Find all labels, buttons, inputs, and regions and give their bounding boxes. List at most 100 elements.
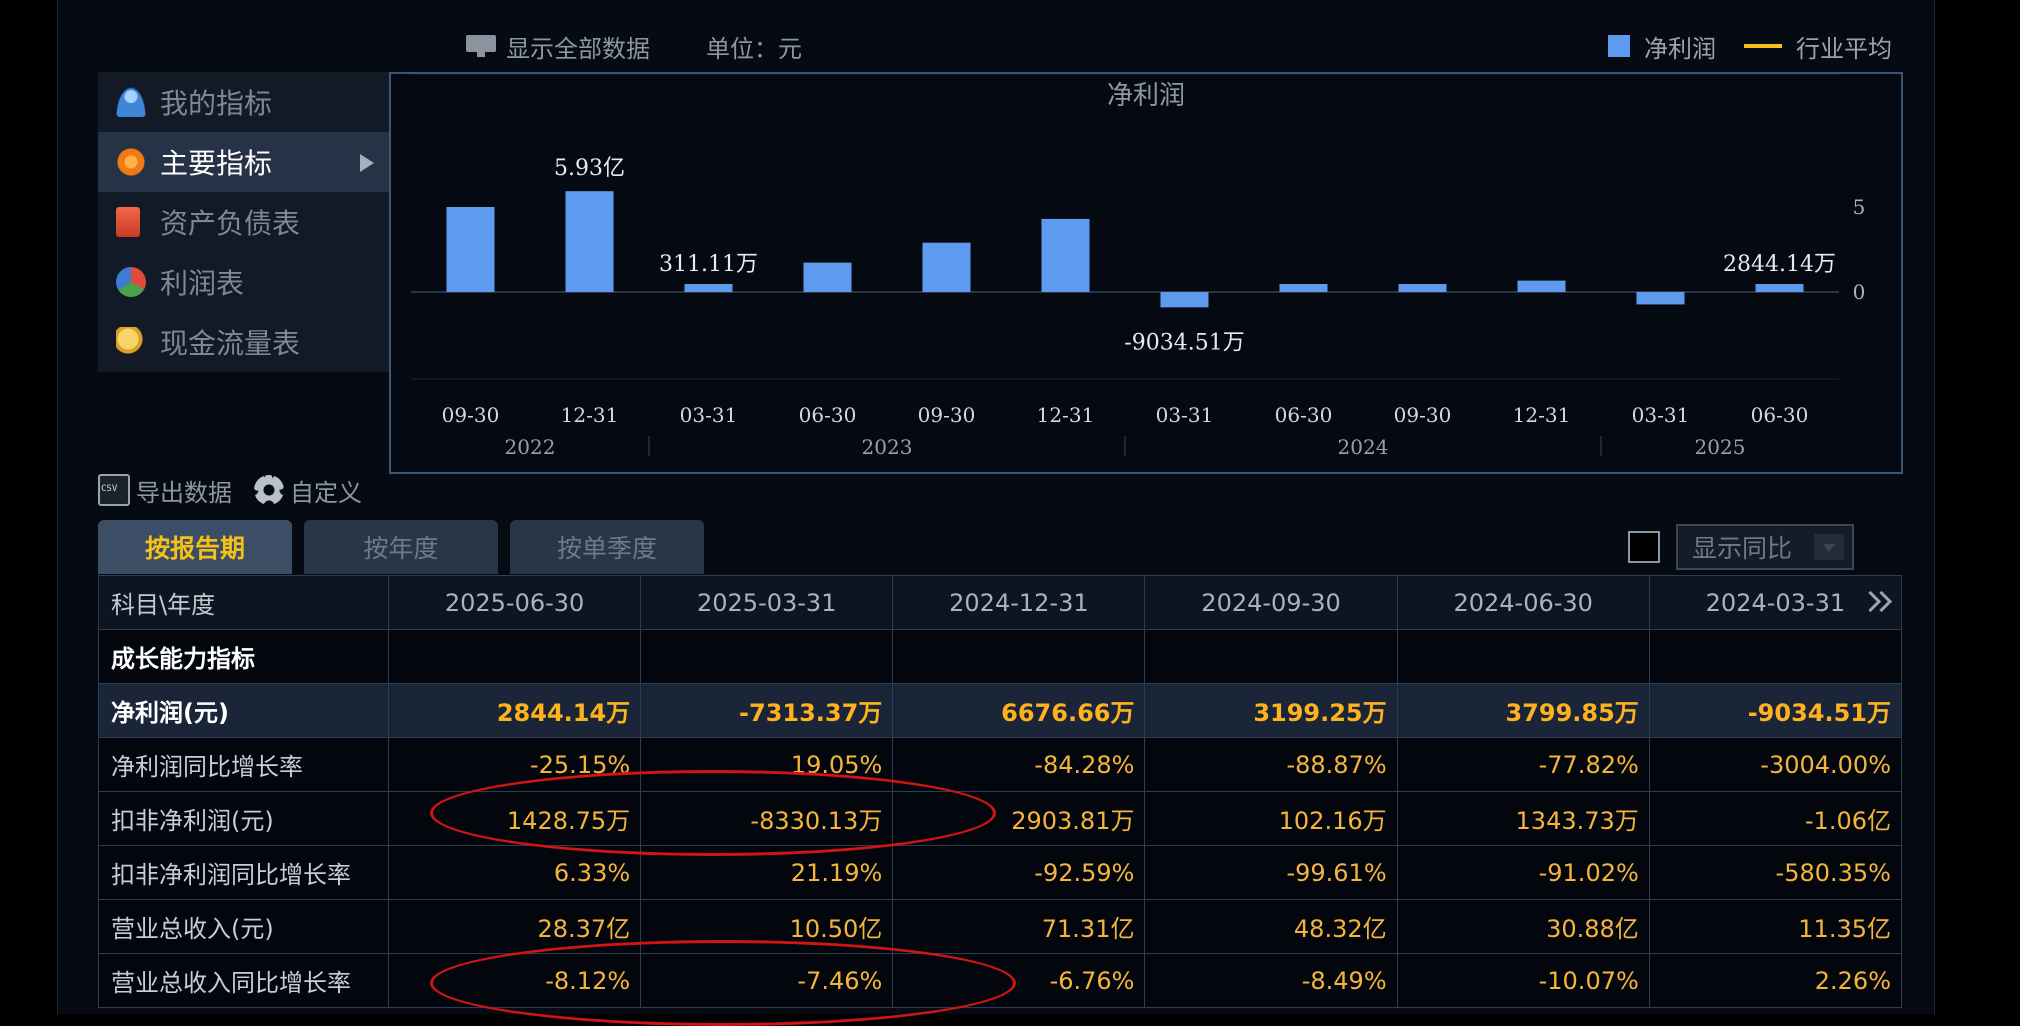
customize-button[interactable]: 自定义 <box>254 473 362 508</box>
table-cell: -9034.51万 <box>1648 683 1903 738</box>
pie-chart-icon <box>116 267 146 297</box>
csv-export-icon <box>98 474 130 506</box>
data-label: 5.93亿 <box>554 156 625 181</box>
table-header-row: 科目\年度 2025-06-30 2025-03-31 2024-12-31 2… <box>98 575 1903 630</box>
table-cell: 48.32亿 <box>1144 899 1398 954</box>
table-cell: -1.06亿 <box>1648 791 1903 846</box>
line-legend-swatch <box>1744 44 1782 48</box>
table-row[interactable]: 营业总收入(元) 28.37亿 10.50亿 71.31亿 48.32亿 30.88亿 11… <box>98 899 1903 954</box>
x-tick-label: 03-31 <box>1156 403 1214 427</box>
table-cell: -77.82% <box>1396 737 1650 792</box>
chart-bar <box>1517 280 1566 292</box>
chart-bar <box>1160 292 1209 308</box>
double-chevron-right-icon[interactable] <box>1863 590 1891 616</box>
menu-item-label: 现金流量表 <box>160 327 301 360</box>
table-cell: -7313.37万 <box>640 683 894 738</box>
indicator-table: 科目\年度 2025-06-30 2025-03-31 2024-12-31 2… <box>98 575 1903 1008</box>
table-row[interactable]: 扣非净利润同比增长率 6.33% 21.19% -92.59% -99.61% -91.0… <box>98 845 1903 900</box>
column-header[interactable]: 2024-09-30 <box>1144 575 1398 630</box>
column-header[interactable]: 2024-03-31 <box>1648 575 1903 630</box>
table-row[interactable]: 成长能力指标 <box>98 629 1903 684</box>
column-header-label: 2024-03-31 <box>1705 588 1846 617</box>
row-label: 成长能力指标 <box>98 629 389 684</box>
x-tick-label: 09-30 <box>442 403 500 427</box>
chart-bar <box>565 191 614 292</box>
table-cell <box>1648 629 1903 684</box>
line-legend-label: 行业平均 <box>1796 34 1892 63</box>
table-row[interactable]: 净利润(元) 2844.14万 -7313.37万 6676.66万 3199.25万 3… <box>98 683 1903 738</box>
menu-item-label: 利润表 <box>160 267 245 300</box>
row-label: 净利润(元) <box>98 683 389 738</box>
column-header[interactable]: 2025-03-31 <box>640 575 894 630</box>
indicator-menu: 我的指标 主要指标 资产负债表 利润表 现金流量表 <box>98 72 390 372</box>
chart-legend: 净利润 行业平均 <box>1608 28 1892 64</box>
table-cell: -3004.00% <box>1648 737 1903 792</box>
menu-item-label: 我的指标 <box>160 87 273 120</box>
yoy-select[interactable]: 显示同比 <box>1676 524 1854 570</box>
table-cell: -84.28% <box>892 737 1146 792</box>
yoy-checkbox[interactable] <box>1628 531 1660 563</box>
table-row[interactable]: 净利润同比增长率 -25.15% 19.05% -84.28% -88.87% -77.8… <box>98 737 1903 792</box>
coins-icon <box>116 327 146 357</box>
menu-item-income-statement[interactable]: 利润表 <box>98 252 390 312</box>
table-tools: 导出数据 自定义 <box>98 470 362 510</box>
row-label: 净利润同比增长率 <box>98 737 389 792</box>
show-all-data-label: 显示全部数据 <box>506 34 650 63</box>
menu-item-main-indicators[interactable]: 主要指标 <box>98 132 390 192</box>
chevron-right-icon <box>360 154 374 172</box>
table-cell: -10.07% <box>1396 953 1650 1008</box>
export-data-label: 导出数据 <box>136 478 232 507</box>
chart-title: 净利润 <box>1107 81 1185 111</box>
table-cell: 2844.14万 <box>387 683 642 738</box>
table-cell: 6.33% <box>387 845 642 900</box>
red-annotation-ellipse <box>430 770 996 856</box>
user-icon <box>116 87 146 117</box>
year-label: 2025 <box>1695 435 1746 459</box>
table-cell: 3199.25万 <box>1144 683 1398 738</box>
chart-bar <box>803 262 852 292</box>
menu-item-balance-sheet[interactable]: 资产负债表 <box>98 192 390 252</box>
table-cell <box>1396 629 1650 684</box>
data-label: 2844.14万 <box>1723 252 1836 277</box>
x-tick-label: 06-30 <box>1275 403 1333 427</box>
app-frame: 显示全部数据 单位：元 净利润 行业平均 我的指标 主要指标 资产负债表 利润表… <box>57 0 1935 1026</box>
table-cell: -92.59% <box>892 845 1146 900</box>
menu-item-label: 资产负债表 <box>160 207 301 240</box>
chart-bar <box>1755 284 1804 292</box>
export-data-button[interactable]: 导出数据 <box>98 473 232 508</box>
table-cell: -88.87% <box>1144 737 1398 792</box>
table-row[interactable]: 扣非净利润(元) 1428.75万 -8330.13万 2903.81万 102.16万… <box>98 791 1903 846</box>
column-header[interactable]: 2024-06-30 <box>1396 575 1650 630</box>
table-cell: 2.26% <box>1648 953 1903 1008</box>
table-cell: -580.35% <box>1648 845 1903 900</box>
show-all-data-toggle[interactable]: 显示全部数据 <box>466 29 650 64</box>
row-label: 扣非净利润同比增长率 <box>98 845 389 900</box>
bar-legend-swatch <box>1608 35 1630 57</box>
x-tick-label: 12-31 <box>1513 403 1571 427</box>
column-header[interactable]: 2025-06-30 <box>387 575 642 630</box>
column-header: 科目\年度 <box>98 575 389 630</box>
chart-toolbar: 显示全部数据 单位：元 <box>466 28 802 64</box>
yoy-select-value: 显示同比 <box>1692 534 1793 563</box>
monitor-icon <box>466 35 496 57</box>
table-cell: 1343.73万 <box>1396 791 1650 846</box>
menu-item-cash-flow[interactable]: 现金流量表 <box>98 312 390 372</box>
year-label: 2022 <box>505 435 556 459</box>
red-annotation-ellipse <box>430 940 1016 1026</box>
menu-item-my-indicators[interactable]: 我的指标 <box>98 72 390 132</box>
tab-by-report-period[interactable]: 按报告期 <box>98 520 292 574</box>
x-tick-label: 09-30 <box>918 403 976 427</box>
x-tick-label: 06-30 <box>1751 403 1809 427</box>
yoy-controls: 显示同比 <box>1628 524 1854 570</box>
column-header[interactable]: 2024-12-31 <box>892 575 1146 630</box>
x-tick-label: 09-30 <box>1394 403 1452 427</box>
chevron-down-icon <box>1814 534 1844 560</box>
year-label: 2023 <box>862 435 913 459</box>
x-tick-label: 06-30 <box>799 403 857 427</box>
chart-bar <box>1398 284 1447 292</box>
row-label: 营业总收入(元) <box>98 899 389 954</box>
tab-by-year[interactable]: 按年度 <box>304 520 498 574</box>
unit-label: 单位：元 <box>706 34 802 63</box>
tab-by-quarter[interactable]: 按单季度 <box>510 520 704 574</box>
net-profit-chart: 净利润 0 5 5.93亿 311.11万 -9034.51万 2844.14万 09-30 1… <box>389 72 1903 474</box>
